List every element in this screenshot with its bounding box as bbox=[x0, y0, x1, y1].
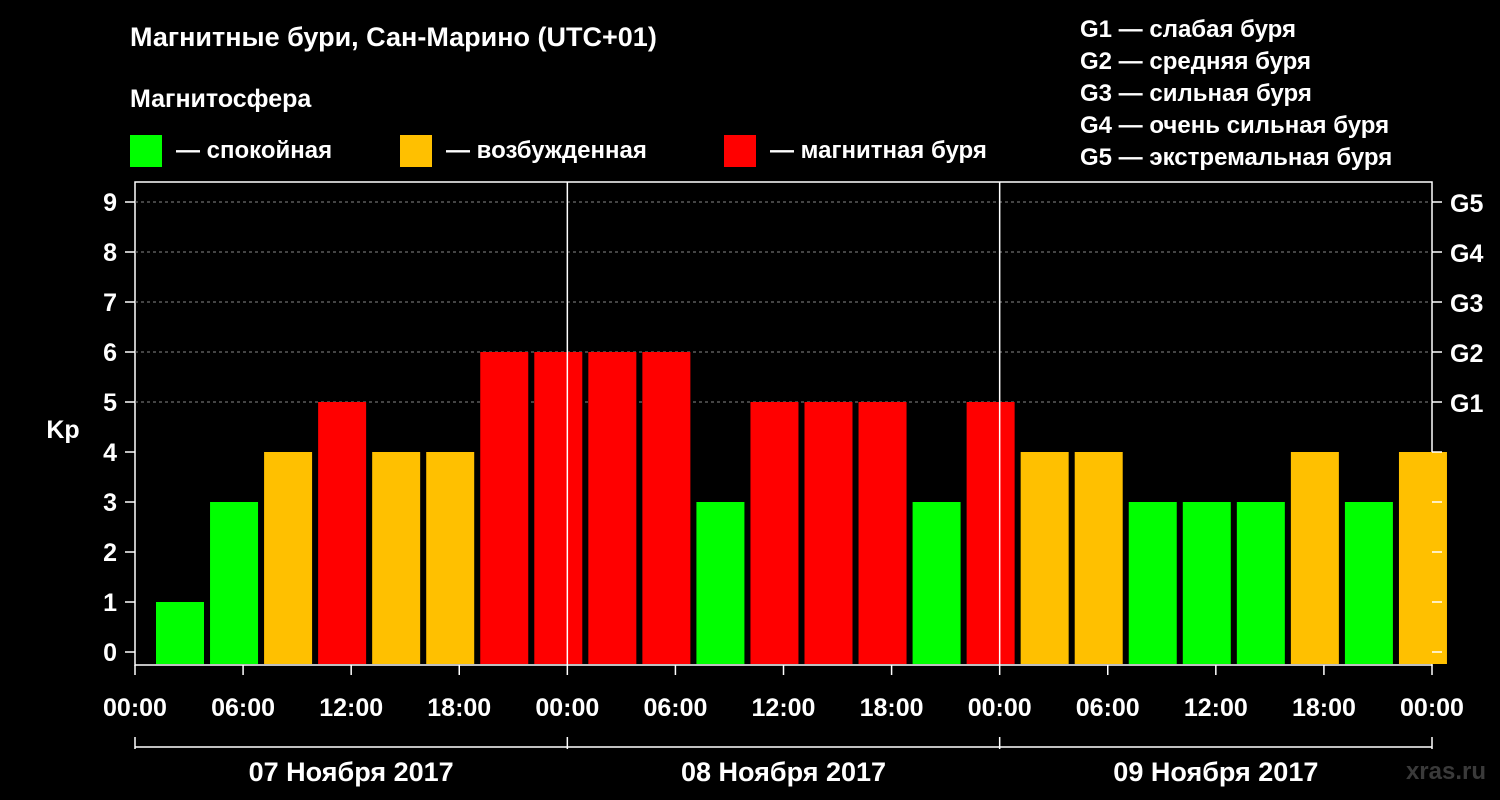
y-tick-label: 6 bbox=[103, 339, 117, 367]
kp-bar bbox=[1290, 452, 1339, 664]
kp-bar bbox=[588, 352, 637, 664]
kp-bar bbox=[1236, 502, 1285, 664]
y-tick-label: 7 bbox=[103, 289, 117, 317]
y-tick-label: 0 bbox=[103, 639, 117, 667]
right-axis-label-g2: G2 bbox=[1450, 340, 1483, 368]
x-tick-label: 00:00 bbox=[103, 694, 167, 722]
x-tick-label: 00:00 bbox=[1400, 694, 1464, 722]
kp-bar-chart: 0 1 2 3 4 5 6 7 8 9 G1 G2 G3 G4 G5 Kp 00:00 06:00 12:00 18:… bbox=[46, 181, 1483, 787]
kp-bar bbox=[372, 452, 421, 664]
kp-bar bbox=[534, 352, 583, 664]
kp-bar bbox=[1020, 452, 1069, 664]
kp-bar bbox=[1182, 502, 1231, 664]
kp-bar bbox=[156, 602, 204, 664]
kp-bar bbox=[426, 452, 475, 664]
kp-bar bbox=[1074, 452, 1123, 664]
kp-bar bbox=[912, 502, 961, 664]
watermark: xras.ru bbox=[1405, 758, 1486, 785]
x-tick-label: 18:00 bbox=[1292, 694, 1356, 722]
y-tick-label: 2 bbox=[103, 539, 117, 567]
x-tick-label: 12:00 bbox=[319, 694, 383, 722]
day-label: 09 Ноября 2017 bbox=[1113, 757, 1318, 787]
x-tick-label: 00:00 bbox=[968, 694, 1032, 722]
kp-bar bbox=[804, 402, 853, 664]
x-tick-label: 12:00 bbox=[1184, 694, 1248, 722]
y-tick-label: 9 bbox=[103, 189, 117, 217]
y-tick-label: 8 bbox=[103, 239, 117, 267]
y-axis-label: Kp bbox=[46, 416, 79, 444]
kp-bar bbox=[750, 402, 799, 664]
kp-bar bbox=[1398, 452, 1447, 664]
y-tick-label: 3 bbox=[103, 489, 117, 517]
kp-bar bbox=[264, 452, 313, 664]
kp-bar bbox=[696, 502, 745, 664]
day-label: 08 Ноября 2017 bbox=[681, 757, 886, 787]
y-tick-label: 1 bbox=[103, 589, 117, 617]
right-axis-label-g1: G1 bbox=[1450, 390, 1483, 418]
day-label: 07 Ноября 2017 bbox=[249, 757, 454, 787]
kp-bar bbox=[642, 352, 691, 664]
right-axis-label-g5: G5 bbox=[1450, 190, 1483, 218]
kp-bar bbox=[480, 352, 529, 664]
x-tick-label: 06:00 bbox=[643, 694, 707, 722]
right-axis-label-g4: G4 bbox=[1450, 240, 1483, 268]
kp-bar bbox=[966, 402, 1015, 664]
kp-bar bbox=[1344, 502, 1393, 664]
y-tick-label: 5 bbox=[103, 389, 117, 417]
kp-bar bbox=[1128, 502, 1177, 664]
kp-bar bbox=[858, 402, 907, 664]
kp-bar bbox=[210, 502, 259, 664]
x-tick-label: 06:00 bbox=[211, 694, 275, 722]
kp-bar bbox=[318, 402, 367, 664]
right-axis-label-g3: G3 bbox=[1450, 290, 1483, 318]
x-tick-label: 18:00 bbox=[427, 694, 491, 722]
x-tick-label: 06:00 bbox=[1076, 694, 1140, 722]
x-tick-label: 18:00 bbox=[860, 694, 924, 722]
y-tick-label: 4 bbox=[103, 439, 117, 467]
x-tick-label: 12:00 bbox=[752, 694, 816, 722]
x-tick-label: 00:00 bbox=[535, 694, 599, 722]
